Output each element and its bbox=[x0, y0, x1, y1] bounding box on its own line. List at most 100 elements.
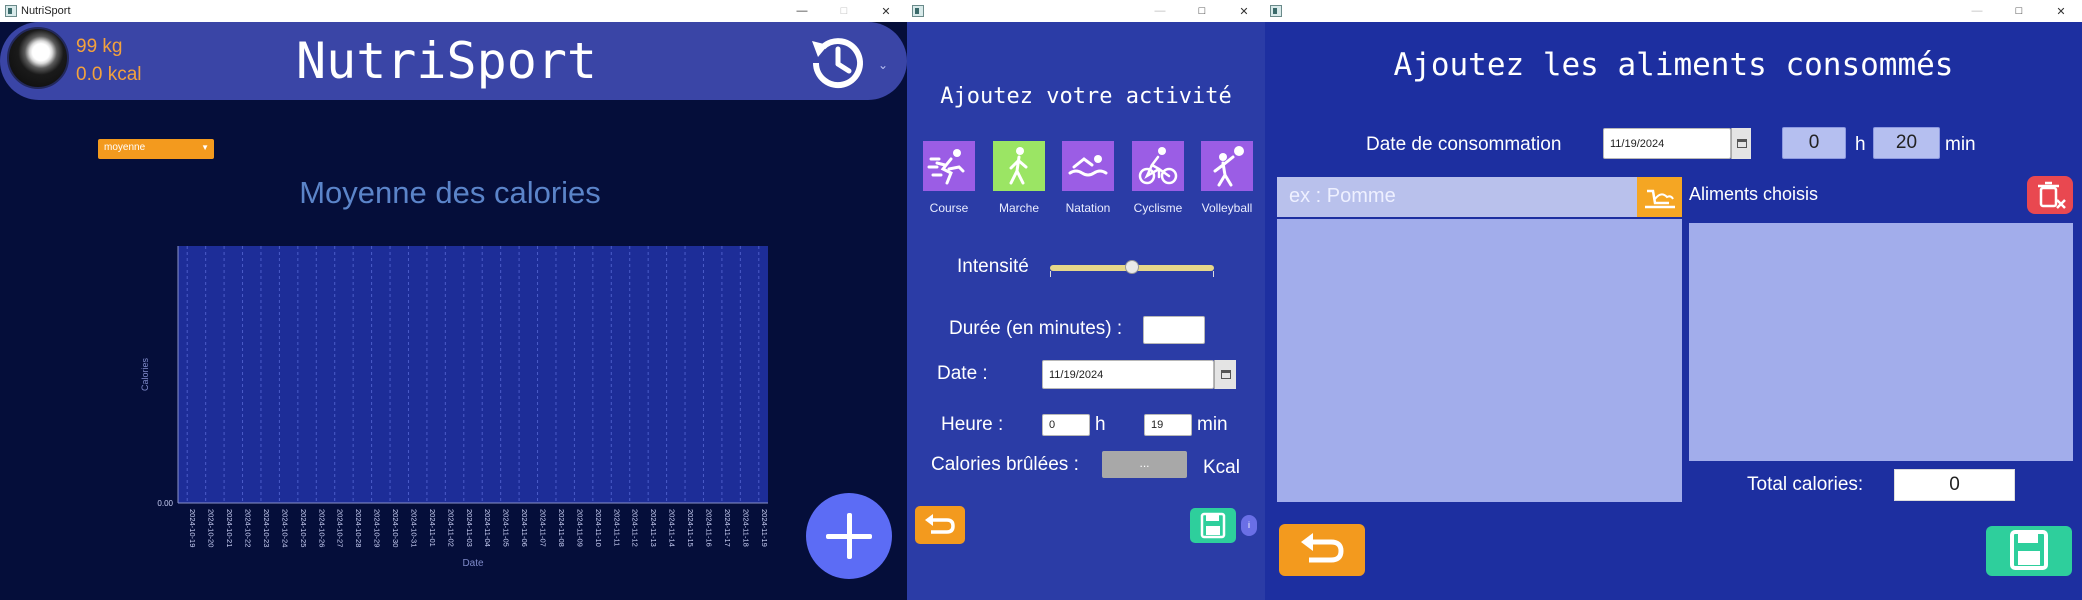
chevron-down-icon[interactable]: ⌄ bbox=[878, 58, 888, 72]
calendar-icon[interactable] bbox=[1731, 128, 1751, 159]
close-icon[interactable]: ✕ bbox=[1223, 0, 1265, 22]
calories-value: 0.0 kcal bbox=[76, 64, 142, 85]
page-title: Ajoutez les aliments consommés bbox=[1393, 47, 1954, 83]
add-food-window: — □ ✕ Ajoutez les aliments consommés Dat… bbox=[1265, 0, 2082, 600]
running-icon bbox=[923, 141, 975, 191]
activity-volleyball[interactable]: Volleyball bbox=[1200, 141, 1254, 215]
chart-title: Moyenne des calories bbox=[299, 175, 601, 210]
app-title: NutriSport bbox=[296, 32, 598, 90]
x-tick-label: 2024-10-22 bbox=[244, 509, 253, 547]
period-select[interactable]: moyenne ▼ bbox=[98, 139, 214, 159]
hour-unit: h bbox=[1855, 134, 1866, 155]
x-tick-label: 2024-11-05 bbox=[502, 509, 511, 547]
app-icon bbox=[5, 5, 17, 17]
time-label: Heure : bbox=[941, 414, 1004, 435]
x-tick-label: 2024-10-24 bbox=[280, 509, 289, 547]
title-bar[interactable]: — □ ✕ bbox=[907, 0, 1265, 22]
x-tick-label: 2024-11-06 bbox=[520, 509, 529, 547]
x-tick-label: 2024-11-18 bbox=[741, 509, 750, 547]
plot-area bbox=[178, 246, 768, 503]
title-bar[interactable]: NutriSport — □ ✕ bbox=[0, 0, 907, 22]
activity-marche[interactable]: Marche bbox=[992, 141, 1046, 215]
hour-unit: h bbox=[1095, 414, 1106, 435]
x-tick-label: 2024-10-30 bbox=[391, 509, 400, 547]
x-tick-label: 2024-11-12 bbox=[631, 509, 640, 547]
chosen-foods-list[interactable] bbox=[1689, 223, 2073, 461]
close-icon[interactable]: ✕ bbox=[865, 0, 907, 22]
cycling-icon bbox=[1132, 141, 1184, 191]
x-tick-label: 2024-10-29 bbox=[373, 509, 382, 547]
avatar[interactable] bbox=[7, 27, 69, 89]
date-input[interactable]: 11/19/2024 bbox=[1042, 360, 1214, 389]
minimize-icon[interactable]: — bbox=[1956, 0, 1998, 22]
minute-unit: min bbox=[1945, 134, 1976, 155]
activity-label: Cyclisme bbox=[1133, 201, 1183, 215]
x-tick-label: 2024-10-19 bbox=[188, 509, 197, 547]
x-tick-label: 2024-10-25 bbox=[299, 509, 308, 547]
x-tick-label: 2024-11-14 bbox=[668, 509, 677, 547]
x-tick-label: 2024-10-31 bbox=[409, 509, 418, 547]
x-tick-label: 2024-11-04 bbox=[483, 509, 492, 547]
calendar-icon[interactable] bbox=[1214, 360, 1236, 389]
hour-input[interactable]: 0 bbox=[1042, 414, 1090, 436]
intensity-label: Intensité bbox=[957, 256, 1029, 277]
x-tick-label: 2024-11-07 bbox=[539, 509, 548, 547]
y-axis-label: Calories bbox=[140, 357, 150, 391]
app-icon bbox=[912, 5, 924, 17]
minimize-icon[interactable]: — bbox=[781, 0, 823, 22]
title-bar[interactable]: — □ ✕ bbox=[1265, 0, 2082, 22]
maximize-icon[interactable]: □ bbox=[823, 0, 865, 22]
x-tick-label: 2024-10-26 bbox=[317, 509, 326, 547]
back-button[interactable] bbox=[1279, 524, 1365, 576]
x-tick-label: 2024-10-27 bbox=[336, 509, 345, 547]
weight-value: 99 kg bbox=[76, 36, 123, 57]
hour-input[interactable]: 0 bbox=[1782, 127, 1846, 159]
food-search-button[interactable] bbox=[1637, 177, 1682, 217]
swimming-icon bbox=[1062, 141, 1114, 191]
duration-input[interactable] bbox=[1143, 316, 1205, 344]
calories-chart: 2024-10-19 2024-10-20 2024-10-21 2024-10-22… bbox=[140, 246, 769, 569]
x-axis-label: Date bbox=[462, 558, 484, 569]
activity-label: Course bbox=[929, 201, 969, 215]
intensity-slider-thumb[interactable] bbox=[1125, 260, 1139, 274]
add-button[interactable] bbox=[806, 493, 892, 579]
date-label: Date : bbox=[937, 363, 988, 384]
minimize-icon[interactable]: — bbox=[1139, 0, 1181, 22]
x-tick-label: 2024-10-23 bbox=[262, 509, 271, 547]
x-tick-label: 2024-11-13 bbox=[649, 509, 658, 547]
minute-input[interactable]: 19 bbox=[1144, 414, 1192, 436]
back-button[interactable] bbox=[915, 506, 965, 544]
activity-label: Marche bbox=[998, 201, 1039, 215]
close-icon[interactable]: ✕ bbox=[2040, 0, 2082, 22]
app-icon bbox=[1270, 5, 1282, 17]
minute-unit: min bbox=[1197, 414, 1228, 435]
x-tick-label: 2024-11-11 bbox=[612, 509, 621, 546]
y-tick-label: 0.00 bbox=[157, 499, 173, 508]
maximize-icon[interactable]: □ bbox=[1998, 0, 2040, 22]
total-calories-label: Total calories: bbox=[1747, 474, 1864, 495]
x-tick-label: 2024-11-19 bbox=[760, 509, 769, 547]
consumption-date-input[interactable]: 11/19/2024 bbox=[1603, 128, 1731, 159]
maximize-icon[interactable]: □ bbox=[1181, 0, 1223, 22]
page-title: Ajoutez votre activité bbox=[940, 84, 1232, 109]
food-results-list[interactable] bbox=[1277, 219, 1682, 502]
nutrisport-main-window: NutriSport — □ ✕ 99 kg 0.0 kcal NutriSpo… bbox=[0, 0, 907, 600]
save-button[interactable] bbox=[1986, 526, 2072, 576]
x-tick-label: 2024-10-20 bbox=[207, 509, 216, 547]
duration-label: Durée (en minutes) : bbox=[949, 318, 1123, 339]
history-icon[interactable] bbox=[806, 31, 870, 95]
info-button[interactable]: i bbox=[1241, 515, 1257, 536]
save-button[interactable] bbox=[1190, 508, 1236, 543]
food-search-input[interactable]: ex : Pomme bbox=[1277, 177, 1637, 217]
compute-calories-button[interactable]: ... bbox=[1102, 451, 1187, 478]
activity-natation[interactable]: Natation bbox=[1061, 141, 1115, 215]
x-tick-label: 2024-11-09 bbox=[575, 509, 584, 547]
clear-button[interactable] bbox=[2027, 176, 2073, 214]
undo-icon bbox=[925, 514, 955, 534]
period-select-value: moyenne bbox=[104, 142, 146, 153]
activity-course[interactable]: Course bbox=[922, 141, 976, 215]
minute-input[interactable]: 20 bbox=[1873, 127, 1940, 159]
activity-cyclisme[interactable]: Cyclisme bbox=[1131, 141, 1185, 215]
app-header: 99 kg 0.0 kcal NutriSport ⌄ bbox=[0, 22, 907, 100]
save-icon bbox=[1200, 512, 1226, 539]
